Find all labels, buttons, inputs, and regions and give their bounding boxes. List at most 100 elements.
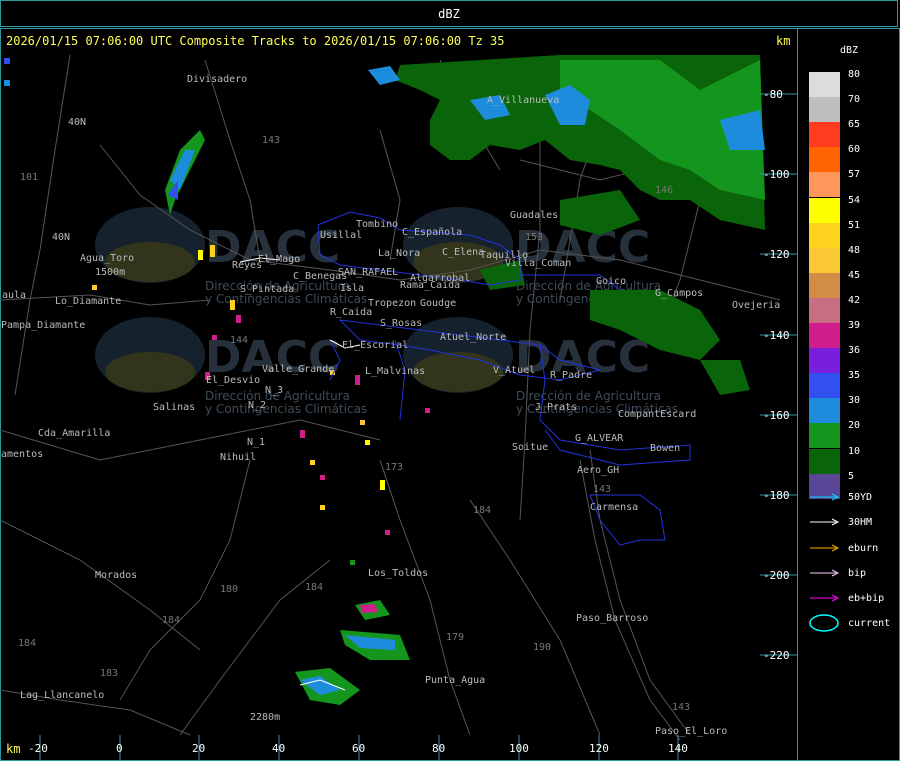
place-aula: aula	[2, 290, 26, 301]
legend-label-36: 36	[848, 345, 861, 357]
place-n3: N_3	[265, 385, 283, 396]
x-tick: 20	[192, 742, 205, 755]
place-usillal: Usillal	[320, 230, 362, 241]
route-184-c: 184	[18, 638, 36, 649]
place-aero-gh: Aero_GH	[577, 465, 619, 476]
track-label-50yd: 50YD	[848, 492, 873, 503]
units-label-bottom: km	[6, 742, 21, 756]
route-184-a: 184	[473, 505, 491, 516]
place-g-campos: G_Campos	[655, 288, 703, 299]
place-isla: Isla	[340, 283, 364, 294]
y-tick: -200	[763, 569, 790, 582]
track-label-current: current	[848, 618, 891, 629]
place-cda-amarilla: Cda_Amarilla	[38, 428, 110, 439]
place-r-padre: R_Padre	[550, 370, 592, 381]
place-v-atuel: V_Atuel	[493, 365, 535, 376]
place-s-pintada: S_Pintada	[240, 284, 294, 295]
legend-swatch-39	[809, 323, 840, 348]
track-label-ebbip: eb+bip	[848, 593, 885, 604]
route-173: 173	[385, 462, 403, 473]
route-101: 101	[20, 172, 38, 183]
place-amentos: amentos	[1, 449, 43, 460]
legend-swatch-35	[809, 373, 840, 399]
route-184-d: 184	[305, 582, 323, 593]
route-143: 143	[262, 135, 280, 146]
legend-label-20: 20	[848, 420, 861, 432]
place-valle-grande: Valle_Grande	[262, 364, 334, 375]
place-punta-agua: Punta_Agua	[425, 675, 485, 686]
composite-header: 2026/01/15 07:06:00 UTC Composite Tracks…	[6, 34, 505, 48]
watermark-sub-6: y Contingencias Climáticas	[205, 402, 367, 416]
place-s-rosas: S_Rosas	[380, 318, 422, 329]
place-n2: N_2	[248, 400, 266, 411]
y-tick: -220	[763, 649, 790, 662]
legend-label-30: 30	[848, 395, 861, 407]
place-c-elena: C_Elena	[442, 247, 484, 258]
place-40n-a: 40N	[68, 117, 86, 128]
legend-swatch-57	[809, 172, 840, 198]
place-tropezon: Tropezon	[368, 298, 416, 309]
x-tick: 40	[272, 742, 285, 755]
radar-map[interactable]: DACC Dirección de Agricultura y Continge…	[0, 0, 900, 761]
legend-label-60: 60	[848, 144, 861, 156]
legend-swatch-48	[809, 247, 840, 273]
place-el-desvio: El_Desvio	[206, 375, 260, 386]
y-tick: -120	[763, 248, 790, 261]
y-tick: -180	[763, 489, 790, 502]
route-153: 153	[525, 232, 543, 243]
place-1500m: 1500m	[95, 267, 125, 278]
place-villa-coman: Villa_Coman	[505, 258, 571, 269]
legend-label-10: 10	[848, 445, 861, 457]
y-tick: -140	[763, 329, 790, 342]
legend-swatch-51	[809, 222, 840, 248]
legend-label-45: 45	[848, 269, 861, 281]
legend-swatch-54	[809, 197, 840, 223]
route-143-c: 143	[593, 484, 611, 495]
place-c-espanola: C_Española	[402, 227, 462, 238]
route-143-b: 143	[672, 702, 690, 713]
track-label-bip: bip	[848, 568, 867, 579]
legend-label-39: 39	[848, 320, 861, 331]
route-190: 190	[533, 642, 551, 653]
place-el-mago: El_Mago	[258, 254, 300, 265]
legend-swatch-45	[809, 272, 840, 298]
place-carmensa: Carmensa	[590, 502, 638, 513]
place-lo-diamante: Lo_Diamante	[55, 296, 121, 307]
x-tick: 60	[352, 742, 365, 755]
track-label-eburn: eburn	[848, 543, 879, 554]
route-184-b: 184	[162, 615, 180, 626]
place-l-malvinas: L_Malvinas	[365, 366, 425, 377]
place-soitue: Soitue	[512, 442, 548, 453]
track-label-30hm: 30HM	[848, 517, 873, 528]
route-179: 179	[446, 632, 464, 643]
place-ovejeria: Ovejeria	[732, 300, 780, 311]
place-nihuil: Nihuil	[220, 452, 256, 463]
legend-label-48: 48	[848, 244, 861, 256]
place-la-nora: La_Nora	[378, 248, 420, 259]
legend-swatch-30	[809, 398, 840, 424]
place-tombino: Tombino	[356, 219, 398, 230]
y-tick: -160	[763, 409, 790, 422]
units-label-top: km	[776, 34, 791, 48]
legend-swatch-5	[809, 473, 840, 499]
x-tick: 100	[509, 742, 529, 755]
legend-label-5: 5	[848, 470, 855, 482]
legend-swatch-42	[809, 297, 840, 323]
legend-label-80: 80	[848, 69, 861, 80]
place-bowen: Bowen	[650, 443, 680, 454]
place-paso-el-loro: Paso_El_Loro	[655, 726, 727, 737]
place-el-escorial: El_Escorial	[342, 340, 408, 351]
x-tick: 80	[432, 742, 445, 755]
place-paso-barroso: Paso_Barroso	[576, 613, 648, 624]
place-40n-b: 40N	[52, 232, 70, 243]
place-compantescard: CompantEscard	[618, 409, 696, 420]
place-rama-caida: Rama_Caida	[400, 280, 460, 291]
place-pampa-diamante: Pampa_Diamante	[1, 320, 85, 331]
route-183: 183	[100, 668, 118, 679]
place-r-caida: R_Caida	[330, 307, 372, 318]
legend-label-57: 57	[848, 169, 861, 181]
legend-swatch-80	[809, 72, 840, 97]
legend-swatch-60	[809, 147, 840, 173]
place-g-alvear: G_ALVEAR	[575, 433, 624, 444]
place-lag-llancanelo: Lag_Llancanelo	[20, 690, 104, 701]
